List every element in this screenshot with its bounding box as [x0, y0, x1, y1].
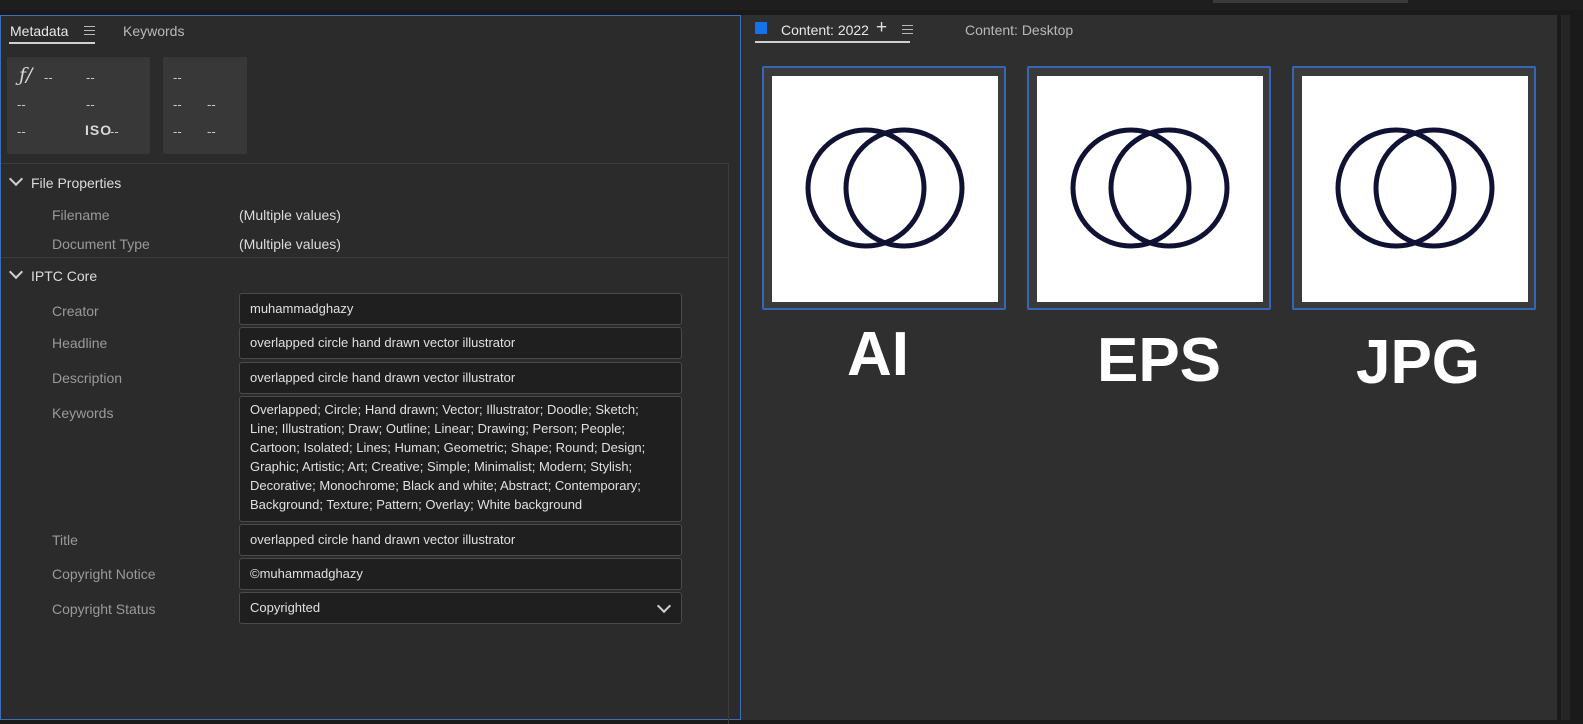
headline-label: Headline [52, 335, 108, 351]
content-panel: Content: 2022 + Content: Desktop AI EPS [741, 15, 1557, 720]
add-tab-icon[interactable]: + [876, 17, 887, 39]
iso-label: ISO [85, 122, 113, 138]
title-label: Title [52, 532, 78, 548]
scrollbar[interactable] [1561, 15, 1570, 720]
overlapped-circles-icon [1070, 127, 1230, 249]
document-type-value: (Multiple values) [239, 236, 341, 252]
document-type-label: Document Type [52, 236, 150, 252]
aperture-value: -- [44, 70, 53, 85]
copyright-notice-field[interactable]: ©muhammadghazy [239, 558, 682, 590]
keywords-label: Keywords [52, 405, 114, 421]
thumbnail-image [772, 76, 998, 302]
metadata-tab-bar: Metadata Keywords [1, 16, 740, 48]
description-label: Description [52, 370, 123, 386]
resolution-value: -- [173, 97, 182, 112]
thumbnail-eps[interactable] [1027, 66, 1271, 310]
flash-value: -- [86, 97, 95, 112]
panel-menu-icon[interactable] [84, 26, 95, 35]
thumbnail-label-eps: EPS [1096, 326, 1222, 395]
copyright-status-value: Copyrighted [250, 600, 321, 615]
top-search-field-edge[interactable] [1213, 0, 1408, 3]
tab-metadata[interactable]: Metadata [10, 23, 68, 39]
thumbnail-label-ai: AI [847, 320, 909, 389]
metadata-sections: File Properties Filename (Multiple value… [1, 163, 729, 724]
metadata-panel: Metadata Keywords ƒ/ -- -- -- -- -- ISO … [0, 15, 741, 724]
description-field[interactable]: overlapped circle hand drawn vector illu… [239, 362, 682, 394]
section-iptc-core[interactable]: IPTC Core [8, 264, 97, 284]
headline-field[interactable]: overlapped circle hand drawn vector illu… [239, 327, 682, 359]
thumbnail-label-jpg: JPG [1355, 328, 1481, 397]
creator-label: Creator [52, 303, 99, 319]
chevron-down-icon [8, 264, 24, 280]
copyright-status-select[interactable]: Copyrighted [239, 592, 682, 624]
section-file-properties[interactable]: File Properties [8, 171, 121, 191]
thumbnail-jpg[interactable] [1292, 66, 1536, 310]
tab-content-desktop[interactable]: Content: Desktop [965, 22, 1073, 38]
tab-content-2022[interactable]: Content: 2022 [781, 22, 869, 38]
metering-value: -- [17, 124, 26, 139]
color-mode-value: -- [173, 124, 182, 139]
thumbnail-image [1302, 76, 1528, 302]
title-field[interactable]: overlapped circle hand drawn vector illu… [239, 524, 682, 556]
color-profile-value: -- [207, 124, 216, 139]
section-divider [1, 257, 728, 258]
window-right-edge [1557, 15, 1583, 720]
chevron-down-icon [656, 598, 672, 614]
content-color-label-icon [755, 22, 767, 34]
exposure-value: -- [17, 97, 26, 112]
chevron-down-icon [8, 171, 24, 187]
keywords-field[interactable]: Overlapped; Circle; Hand drawn; Vector; … [239, 396, 682, 522]
thumbnail-image [1037, 76, 1263, 302]
bit-depth-value: -- [207, 97, 216, 112]
copyright-status-label: Copyright Status [52, 601, 156, 617]
exif-summary-camera: ƒ/ -- -- -- -- -- ISO -- [7, 57, 150, 154]
overlapped-circles-icon [1335, 127, 1495, 249]
shutter-value: -- [86, 70, 95, 85]
aperture-icon: ƒ/ [19, 64, 33, 86]
filename-value: (Multiple values) [239, 207, 341, 223]
tab-keywords[interactable]: Keywords [123, 23, 184, 39]
top-toolbar [0, 0, 1583, 10]
active-tab-underline [9, 42, 95, 44]
thumbnail-ai[interactable] [762, 66, 1006, 310]
image-dimension-value: -- [173, 70, 182, 85]
copyright-notice-label: Copyright Notice [52, 566, 156, 582]
filename-label: Filename [52, 207, 110, 223]
active-tab-underline [755, 41, 910, 43]
iso-value: -- [110, 124, 119, 139]
panel-menu-icon[interactable] [902, 25, 913, 34]
overlapped-circles-icon [805, 127, 965, 249]
exif-summary-image: -- -- -- -- -- [163, 57, 247, 154]
creator-field[interactable]: muhammadghazy [239, 293, 682, 325]
